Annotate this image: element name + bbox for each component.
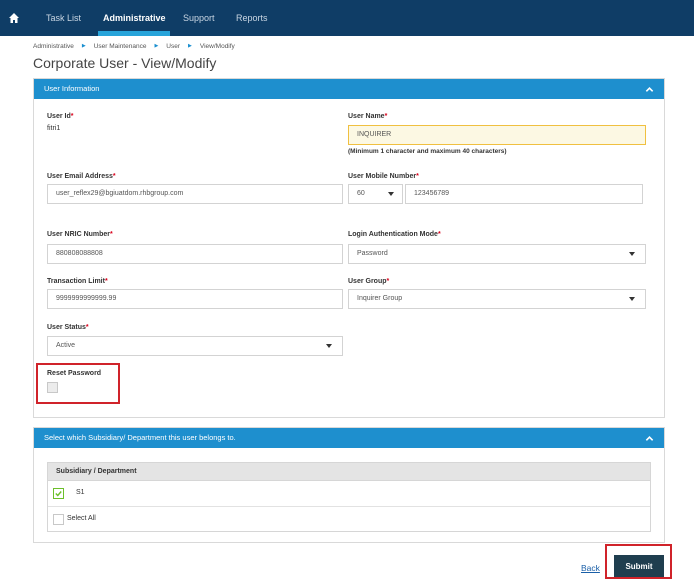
select-all-label: Select All: [67, 515, 96, 522]
user-status-value: Active: [56, 342, 76, 349]
user-group-label: User Group*: [348, 278, 390, 285]
user-name-hint: (Minimum 1 character and maximum 40 char…: [348, 148, 507, 155]
select-all-checkbox[interactable]: [53, 514, 64, 525]
table-row-select-all: Select All: [48, 507, 650, 533]
highlight-box-submit: [605, 544, 672, 579]
transaction-limit-label: Transaction Limit*: [47, 278, 108, 285]
subsidiary-title: Select which Subsidiary/ Department this…: [44, 433, 236, 442]
breadcrumb-item-current: View/Modify: [199, 43, 235, 50]
user-group-value: Inquirer Group: [357, 295, 403, 302]
user-mobile-label: User Mobile Number*: [348, 173, 419, 180]
login-auth-mode-select[interactable]: Password: [348, 244, 646, 264]
user-name-input[interactable]: INQUIRER: [348, 125, 646, 145]
top-nav-bar: Task List Administrative Support Reports: [0, 0, 694, 36]
user-group-select[interactable]: Inquirer Group: [348, 289, 646, 309]
user-status-select[interactable]: Active: [47, 336, 343, 356]
breadcrumb-item[interactable]: Administrative: [33, 43, 74, 50]
nav-item-administrative[interactable]: Administrative: [103, 13, 166, 23]
subsidiary-name: S1: [76, 489, 85, 496]
active-tab-indicator: [98, 31, 170, 36]
breadcrumb-separator-icon: ▶: [81, 43, 86, 50]
chevron-up-icon[interactable]: [645, 434, 654, 443]
column-header-subsidiary: Subsidiary / Department: [56, 468, 137, 475]
nav-item-reports[interactable]: Reports: [236, 13, 268, 23]
user-id-label: User Id*: [47, 113, 74, 120]
breadcrumb-item[interactable]: User: [166, 43, 180, 50]
highlight-box-reset-password: [36, 363, 120, 404]
login-auth-mode-label: Login Authentication Mode*: [348, 231, 441, 238]
user-status-label: User Status*: [47, 324, 89, 331]
breadcrumb-separator-icon: ▶: [188, 43, 192, 50]
back-link[interactable]: Back: [581, 563, 600, 573]
user-information-header[interactable]: User Information: [34, 79, 664, 99]
country-code-value: 60: [357, 190, 365, 197]
subsidiary-table: Subsidiary / Department S1 Select All: [47, 462, 651, 532]
user-email-label: User Email Address*: [47, 173, 116, 180]
home-icon[interactable]: [8, 12, 20, 24]
subsidiary-checkbox-s1[interactable]: [53, 488, 64, 499]
checkmark-icon: [55, 491, 62, 497]
chevron-down-icon: [629, 297, 635, 301]
mobile-number-input[interactable]: 123456789: [405, 184, 643, 204]
table-row: S1: [48, 481, 650, 507]
nav-item-support[interactable]: Support: [183, 13, 215, 23]
user-email-input[interactable]: user_reflex29@bgiuatdom.rhbgroup.com: [47, 184, 343, 204]
nav-item-task-list[interactable]: Task List: [46, 13, 81, 23]
transaction-limit-input[interactable]: 9999999999999.99: [47, 289, 343, 309]
user-information-title: User Information: [44, 84, 100, 93]
page-title: Corporate User - View/Modify: [33, 55, 217, 71]
country-code-select[interactable]: 60: [348, 184, 403, 204]
login-auth-mode-value: Password: [357, 250, 388, 257]
chevron-down-icon: [388, 192, 394, 196]
breadcrumb-separator-icon: ▶: [154, 43, 159, 50]
subsidiary-header[interactable]: Select which Subsidiary/ Department this…: [34, 428, 664, 448]
chevron-down-icon: [629, 252, 635, 256]
user-nric-input[interactable]: 880808088808: [47, 244, 343, 264]
chevron-down-icon: [326, 344, 332, 348]
user-id-value: fitri1: [47, 125, 61, 132]
table-header: Subsidiary / Department: [48, 463, 650, 481]
user-name-label: User Name*: [348, 113, 388, 120]
chevron-up-icon[interactable]: [645, 85, 654, 94]
breadcrumb-item[interactable]: User Maintenance: [94, 43, 147, 50]
user-nric-label: User NRIC Number*: [47, 231, 113, 238]
breadcrumb: Administrative ▶ User Maintenance ▶ User ▶ Vie…: [33, 43, 235, 50]
